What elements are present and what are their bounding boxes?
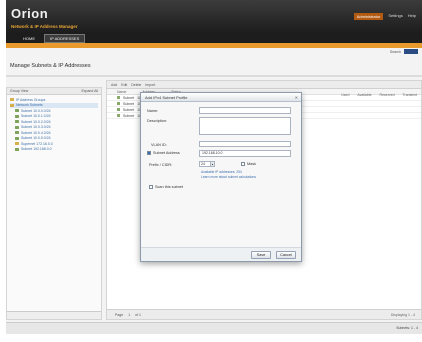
folder-icon: [10, 98, 14, 102]
subnet-icon: [15, 120, 19, 124]
expand-all-link[interactable]: Expand All: [81, 89, 98, 93]
subnet-icon: [15, 114, 19, 118]
tree-item[interactable]: Subnet 192.168.0.0: [10, 147, 98, 153]
mask-radio[interactable]: [241, 162, 245, 166]
tree-item-label: Subnet 192.168.0.0: [21, 147, 52, 152]
dialog-title-bar: Add IPv4 Subnet Profile ✕: [141, 93, 301, 102]
tree-item-label: Subnet 10.0.0.0/24: [21, 108, 51, 113]
subnet-icon: [117, 96, 120, 99]
app-subtitle: Network & IP Address Manager: [11, 24, 78, 29]
status-text: Subnets: 1 - 4: [396, 326, 418, 330]
search-button[interactable]: [404, 49, 418, 54]
vlan-label: VLAN ID:: [151, 143, 167, 147]
table-cell: Subnet: [123, 107, 135, 112]
cidr-label: Prefix / CIDR:: [149, 163, 173, 167]
tab-ip-addresses[interactable]: IP ADDRESSES: [44, 34, 86, 43]
status-bar: Subnets: 1 - 4: [6, 322, 422, 334]
subnet-icon: [15, 125, 19, 129]
search-link[interactable]: Search: [390, 50, 401, 54]
tree-item-label: Subnet 10.0.4.0/24: [21, 130, 51, 135]
subnet-address-label: Subnet Address: [153, 151, 180, 155]
subnet-icon: [15, 109, 19, 113]
tree-item-label: Subnet 10.0.3.0/24: [21, 125, 51, 130]
folder-icon: [15, 142, 19, 146]
scan-label: Scan this subnet: [155, 185, 184, 189]
add-subnet-dialog: Add IPv4 Subnet Profile ✕ Name: Descript…: [140, 92, 302, 262]
name-input[interactable]: [199, 107, 291, 114]
tree-item-label: Subnet 10.0.5.0/24: [21, 136, 51, 141]
edit-button[interactable]: Edit: [121, 83, 127, 87]
subnet-icon: [117, 108, 120, 111]
cidr-stepper[interactable]: 24 ▴: [199, 161, 215, 167]
stepper-arrows-icon[interactable]: ▴: [211, 161, 215, 167]
accent-ribbon: [6, 43, 422, 48]
available-hint: Available IP addresses: 254: [201, 170, 242, 174]
tree-item-label: IP Address Groups: [16, 97, 46, 102]
scan-checkbox[interactable]: [149, 185, 153, 189]
description-input[interactable]: [199, 117, 291, 135]
tab-home[interactable]: HOME: [18, 35, 40, 42]
subnet-icon: [15, 131, 19, 135]
page-title: Manage Subnets & IP Addresses: [10, 63, 91, 69]
dialog-title: Add IPv4 Subnet Profile: [145, 95, 188, 100]
subnet-address-input[interactable]: 192.168.10.0: [199, 150, 291, 157]
cidr-value[interactable]: 24: [199, 161, 211, 167]
app-logo: Orion: [11, 6, 49, 21]
name-label: Name:: [147, 109, 159, 113]
pager-page-input[interactable]: 1: [128, 313, 130, 317]
mask-label: Mask: [247, 162, 257, 166]
column-header-available[interactable]: Available: [357, 93, 371, 97]
top-link-settings[interactable]: Settings: [388, 13, 402, 20]
import-button[interactable]: Import: [145, 83, 155, 87]
subnet-address-option[interactable]: Subnet Address: [147, 151, 180, 155]
subnet-icon: [117, 102, 120, 105]
add-button[interactable]: Add: [111, 83, 117, 87]
delete-button[interactable]: Delete: [131, 83, 141, 87]
tree-item-label: Subnet 10.0.1.0/24: [21, 114, 51, 119]
table-cell: Subnet: [123, 113, 135, 118]
column-header-used[interactable]: Used: [341, 93, 349, 97]
pager-label: Page: [115, 312, 124, 317]
group-tree-pane: Group View Expand All IP Address Groups N…: [6, 87, 102, 320]
subnet-tree: IP Address Groups Network Subnets Subnet 1…: [7, 95, 101, 154]
vlan-input[interactable]: [199, 141, 291, 147]
table-cell: Subnet: [123, 95, 135, 100]
save-button[interactable]: Save: [251, 251, 271, 259]
tree-item-label: Network Subnets: [16, 103, 43, 108]
tree-header: Group View Expand All: [7, 88, 101, 95]
utility-bar: Search: [390, 49, 418, 54]
subnet-address-radio[interactable]: [147, 151, 151, 155]
column-header-transient[interactable]: Transient: [403, 93, 417, 97]
pager-info: Displaying 1 - 4: [390, 312, 415, 317]
tree-item-label: Subnet 10.0.2.0/24: [21, 119, 51, 124]
close-icon[interactable]: ✕: [295, 95, 298, 100]
description-label: Description:: [147, 119, 168, 123]
cancel-button[interactable]: Cancel: [276, 251, 296, 259]
tree-item-label: Supernet 172.16.0.0: [21, 141, 53, 146]
subnet-icon: [15, 136, 19, 140]
top-link-help[interactable]: Help: [408, 13, 416, 20]
subnet-icon: [117, 114, 120, 117]
title-divider: [6, 75, 422, 77]
pager-total: of 1: [135, 312, 141, 317]
grid-toolbar: Add Edit Delete Import: [107, 81, 421, 89]
table-cell: Subnet: [123, 101, 135, 106]
learn-more-link[interactable]: Learn more about subnet calculations: [201, 175, 256, 179]
tree-footer: [7, 311, 101, 319]
top-links: Administrator Settings Help: [353, 13, 416, 20]
main-tabs: HOME IP ADDRESSES: [6, 34, 422, 43]
mask-option[interactable]: Mask: [241, 162, 256, 166]
tree-header-label: Group View: [10, 89, 29, 93]
subnet-icon: [15, 147, 19, 151]
grid-pager: Page 1 of 1 Displaying 1 - 4: [107, 309, 421, 319]
scan-option[interactable]: Scan this subnet: [149, 185, 183, 189]
right-column-headers: Used Available Reserved Transient: [341, 93, 417, 97]
column-header-reserved[interactable]: Reserved: [380, 93, 395, 97]
column-header-name[interactable]: Name: [117, 90, 126, 94]
top-link-user[interactable]: Administrator: [353, 13, 384, 20]
folder-icon: [10, 103, 14, 107]
app-window: Orion Network & IP Address Manager Admin…: [6, 0, 422, 334]
